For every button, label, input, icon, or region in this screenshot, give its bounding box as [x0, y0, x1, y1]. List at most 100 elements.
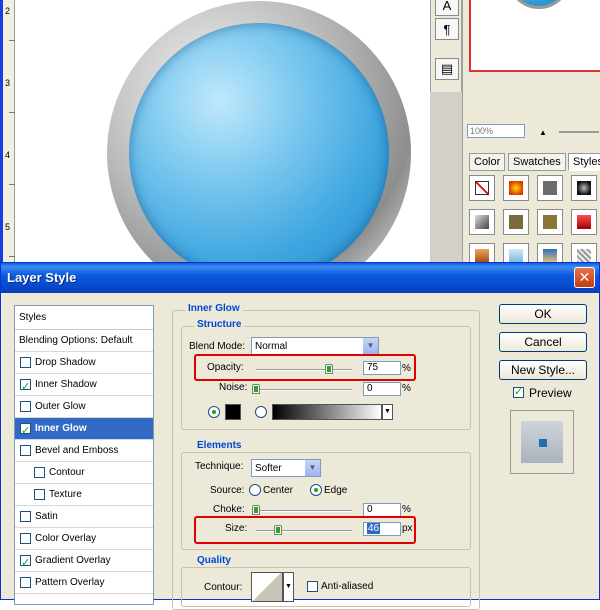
thumbnail-artwork	[507, 0, 571, 9]
zoom-input[interactable]: 100%	[467, 124, 525, 138]
document-canvas[interactable]: 2 3 4 5	[0, 0, 430, 262]
list-item-label: Gradient Overlay	[35, 555, 111, 566]
inner-shadow-checkbox[interactable]	[20, 377, 31, 398]
gradient-dropdown-icon[interactable]: ▼	[382, 404, 393, 420]
blending-options-item[interactable]: Blending Options: Default	[15, 330, 153, 352]
technique-select[interactable]: Softer ▼	[251, 459, 321, 477]
chevron-down-icon: ▼	[362, 338, 378, 354]
ruler-tick	[9, 184, 15, 185]
list-item-satin[interactable]: Satin	[15, 506, 153, 528]
inner-glow-checkbox[interactable]	[20, 421, 31, 442]
style-swatch-dark-icon[interactable]	[571, 175, 597, 201]
pattern-overlay-checkbox[interactable]	[20, 577, 31, 588]
choke-slider-track[interactable]	[256, 510, 352, 512]
quality-title: Quality	[194, 555, 234, 566]
list-item-gradient-overlay[interactable]: Gradient Overlay	[15, 550, 153, 574]
paragraph-icon[interactable]: ¶	[435, 18, 459, 40]
list-item-drop-shadow[interactable]: Drop Shadow	[15, 352, 153, 374]
empty-dock	[430, 92, 462, 262]
styles-list-header[interactable]: Styles	[15, 306, 153, 330]
navigator-thumbnail[interactable]	[469, 0, 600, 72]
technique-value: Softer	[255, 463, 282, 474]
zoom-slider[interactable]	[559, 131, 599, 133]
list-item-inner-glow[interactable]: Inner Glow	[15, 418, 153, 442]
glow-color-swatch[interactable]	[225, 404, 241, 420]
elements-title: Elements	[194, 440, 245, 451]
style-swatch-red-icon[interactable]	[571, 209, 597, 235]
size-unit: px	[402, 523, 413, 534]
choke-label: Choke:	[213, 504, 245, 515]
texture-checkbox[interactable]	[34, 489, 45, 500]
structure-title: Structure	[194, 319, 245, 330]
choke-slider-thumb[interactable]	[252, 505, 260, 515]
anti-aliased-checkbox[interactable]	[307, 581, 318, 592]
ok-button[interactable]: OK	[499, 304, 587, 324]
ruler-tick	[9, 256, 15, 257]
glow-gradient-picker[interactable]	[272, 404, 382, 420]
list-item-label: Inner Glow	[35, 423, 87, 434]
ruler-mark: 2	[5, 6, 11, 16]
style-swatch-fire-icon[interactable]	[503, 175, 529, 201]
styles-panel: Color Swatches Styles	[462, 145, 600, 269]
satin-checkbox[interactable]	[20, 511, 31, 522]
style-swatch-gray-icon[interactable]	[537, 175, 563, 201]
bevel-emboss-checkbox[interactable]	[20, 445, 31, 456]
size-slider-thumb[interactable]	[274, 525, 282, 535]
opacity-slider-track[interactable]	[256, 369, 352, 371]
list-item-label: Outer Glow	[35, 401, 86, 412]
noise-slider-thumb[interactable]	[252, 384, 260, 394]
list-item-outer-glow[interactable]: Outer Glow	[15, 396, 153, 418]
tab-styles[interactable]: Styles	[568, 153, 600, 171]
ruler-mark: 5	[5, 222, 11, 232]
noise-slider-track[interactable]	[256, 389, 352, 391]
style-swatch-bronze-icon[interactable]	[503, 209, 529, 235]
list-item-contour[interactable]: Contour	[15, 462, 153, 484]
opacity-slider-thumb[interactable]	[325, 364, 333, 374]
color-overlay-checkbox[interactable]	[20, 533, 31, 544]
solid-color-radio[interactable]	[208, 406, 220, 418]
contour-dropdown-icon[interactable]: ▼	[283, 572, 294, 602]
zoom-out-icon[interactable]: ▲	[539, 128, 547, 137]
anti-aliased-label: Anti-aliased	[321, 581, 374, 592]
list-item-label: Pattern Overlay	[35, 577, 105, 588]
source-center-radio[interactable]	[249, 484, 261, 496]
list-item-pattern-overlay[interactable]: Pattern Overlay	[15, 572, 153, 594]
source-edge-label: Edge	[324, 485, 348, 496]
list-item-texture[interactable]: Texture	[15, 484, 153, 506]
ruler-mark: 3	[5, 78, 11, 88]
noise-input[interactable]: 0	[363, 382, 401, 396]
outer-glow-checkbox[interactable]	[20, 401, 31, 412]
source-label: Source:	[210, 485, 245, 496]
blend-mode-select[interactable]: Normal ▼	[251, 337, 379, 355]
style-swatch-gold-icon[interactable]	[537, 209, 563, 235]
size-slider-track[interactable]	[256, 530, 352, 532]
gradient-overlay-checkbox[interactable]	[20, 553, 31, 574]
contour-picker[interactable]	[251, 572, 283, 602]
gradient-radio[interactable]	[255, 406, 267, 418]
navigator-panel: 100% ▲	[462, 0, 600, 145]
drop-shadow-checkbox[interactable]	[20, 357, 31, 368]
cancel-button[interactable]: Cancel	[499, 332, 587, 352]
list-item-inner-shadow[interactable]: Inner Shadow	[15, 374, 153, 398]
size-input[interactable]: 46	[363, 522, 401, 536]
text-tool-icon[interactable]: A	[435, 0, 459, 16]
source-edge-radio[interactable]	[310, 484, 322, 496]
opacity-input[interactable]: 75	[363, 361, 401, 375]
new-style-button[interactable]: New Style...	[499, 360, 587, 380]
list-item-color-overlay[interactable]: Color Overlay	[15, 528, 153, 550]
tab-swatches[interactable]: Swatches	[508, 153, 566, 171]
ruler-tick	[9, 40, 15, 41]
style-swatch-steel-icon[interactable]	[469, 209, 495, 235]
tab-color[interactable]: Color	[469, 153, 506, 171]
dialog-titlebar[interactable]: Layer Style ✕	[1, 263, 599, 293]
list-item-bevel-emboss[interactable]: Bevel and Emboss	[15, 440, 153, 462]
choke-input[interactable]: 0	[363, 503, 401, 517]
contour-checkbox[interactable]	[34, 467, 45, 478]
notes-icon[interactable]: ▤	[435, 58, 459, 80]
style-swatch-none-icon[interactable]	[469, 175, 495, 201]
close-icon[interactable]: ✕	[574, 267, 595, 288]
blend-mode-value: Normal	[255, 341, 288, 352]
preview-checkbox[interactable]	[513, 385, 524, 398]
blending-options-label: Blending Options: Default	[19, 335, 133, 346]
style-preview	[510, 410, 574, 474]
